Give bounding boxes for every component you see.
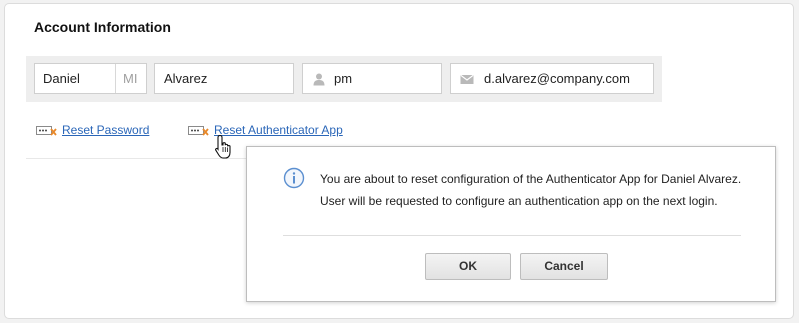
divider bbox=[26, 158, 246, 159]
email-field[interactable]: d.alvarez@company.com bbox=[450, 63, 654, 94]
username-field[interactable]: pm bbox=[302, 63, 442, 94]
first-name-value: Daniel bbox=[43, 71, 80, 86]
hand-pointer-icon bbox=[215, 134, 231, 159]
field-separator bbox=[115, 64, 116, 93]
password-reset-icon bbox=[36, 126, 57, 136]
user-icon bbox=[313, 73, 325, 86]
cancel-button[interactable]: Cancel bbox=[520, 253, 608, 280]
dialog-message: You are about to reset configuration of … bbox=[320, 168, 760, 212]
envelope-icon bbox=[460, 74, 474, 84]
dialog-divider bbox=[283, 235, 741, 236]
section-title: Account Information bbox=[34, 19, 171, 35]
info-icon bbox=[283, 167, 305, 189]
reset-confirmation-dialog: You are about to reset configuration of … bbox=[246, 146, 776, 302]
reset-password-link[interactable]: Reset Password bbox=[62, 123, 149, 137]
last-name-value: Alvarez bbox=[164, 71, 208, 86]
last-name-field[interactable]: Alvarez bbox=[154, 63, 294, 94]
middle-initial-input[interactable]: MI bbox=[123, 64, 137, 93]
authenticator-reset-icon bbox=[188, 126, 209, 136]
email-value: d.alvarez@company.com bbox=[484, 71, 630, 86]
dialog-message-line2: User will be requested to configure an a… bbox=[320, 194, 718, 208]
username-value: pm bbox=[334, 71, 353, 86]
ok-button[interactable]: OK bbox=[425, 253, 511, 280]
dialog-message-line1: You are about to reset configuration of … bbox=[320, 172, 742, 186]
first-name-field[interactable]: Daniel MI bbox=[34, 63, 147, 94]
